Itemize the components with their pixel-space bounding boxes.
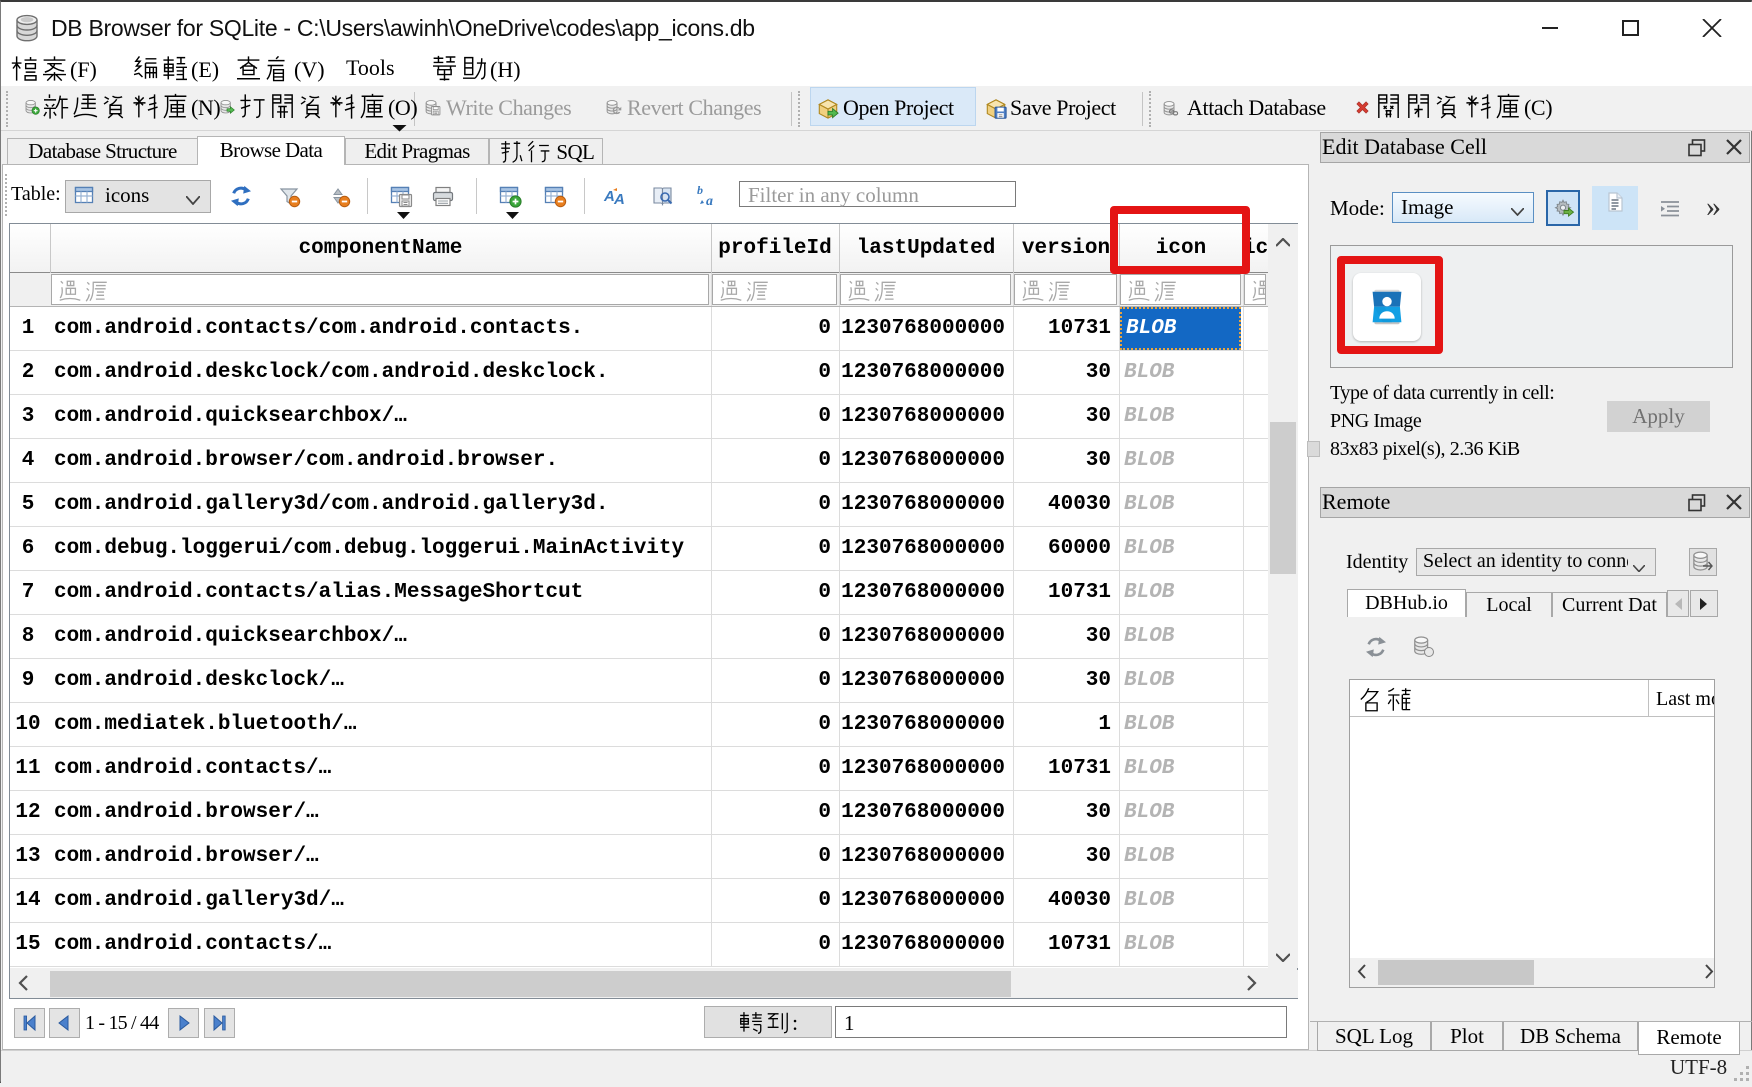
svg-text:A: A xyxy=(613,191,625,208)
svg-text:b: b xyxy=(697,184,703,197)
svg-text:a: a xyxy=(706,194,713,208)
